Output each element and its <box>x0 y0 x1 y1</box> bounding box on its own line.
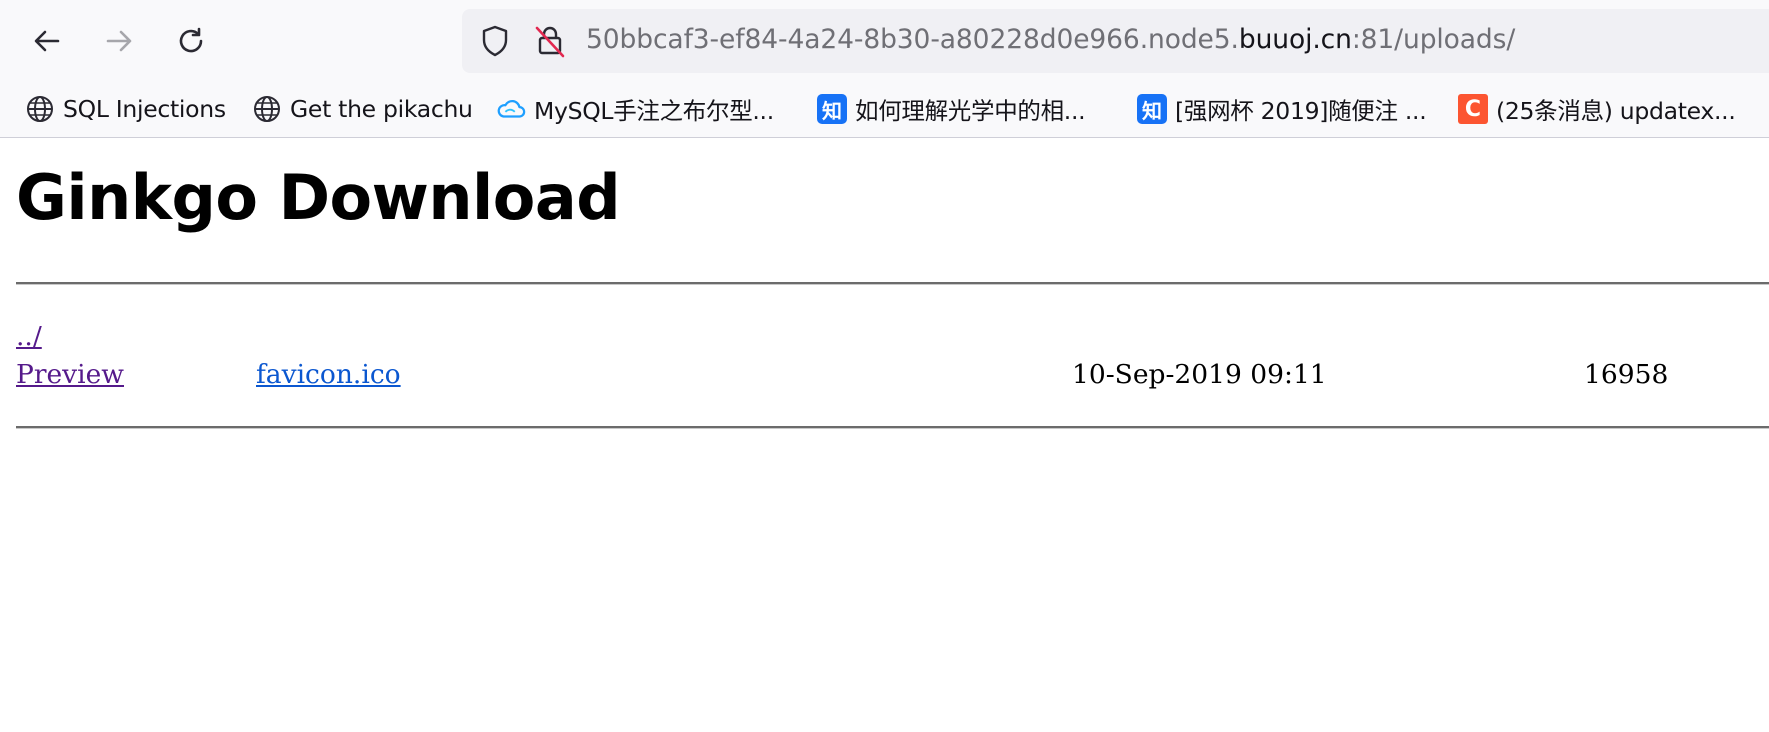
insecure-lock-icon[interactable] <box>532 23 568 59</box>
bookmark-updatexml[interactable]: C (25条消息) updatex... <box>1458 93 1736 125</box>
zhihu-icon: 知 <box>1137 94 1167 124</box>
horizontal-rule <box>16 426 1769 429</box>
bookmark-sql-injections[interactable]: SQL Injections <box>25 93 226 125</box>
reload-icon <box>179 27 203 53</box>
preview-link[interactable]: Preview <box>16 359 124 390</box>
zhihu-icon: 知 <box>817 94 847 124</box>
bookmark-optics-phase[interactable]: 知 如何理解光学中的相... <box>817 93 1086 125</box>
arrow-left-icon <box>34 30 60 52</box>
browser-toolbar: 50bbcaf3-ef84-4a24-8b30-a80228d0e966.nod… <box>0 0 1769 80</box>
bookmark-mysql-boolean[interactable]: MySQL手注之布尔型... <box>496 93 774 125</box>
bookmarks-bar: SQL Injections Get the pikachu MySQL手注之布… <box>0 80 1769 138</box>
arrow-right-icon <box>106 30 132 52</box>
parent-directory-link[interactable]: ../ <box>16 321 42 352</box>
url-prefix: 50bbcaf3-ef84-4a24-8b30-a80228d0e966.nod… <box>586 24 1239 55</box>
url-bar[interactable]: 50bbcaf3-ef84-4a24-8b30-a80228d0e966.nod… <box>462 9 1769 73</box>
file-link[interactable]: favicon.ico <box>256 359 401 390</box>
bookmark-label: Get the pikachu <box>290 95 473 123</box>
reload-button[interactable] <box>168 18 214 64</box>
url-text[interactable]: 50bbcaf3-ef84-4a24-8b30-a80228d0e966.nod… <box>586 23 1515 57</box>
shield-icon[interactable] <box>477 23 513 59</box>
bookmark-pikachu[interactable]: Get the pikachu <box>252 93 473 125</box>
globe-icon <box>25 94 55 124</box>
page-title: Ginkgo Download <box>16 161 621 234</box>
bookmark-label: SQL Injections <box>63 95 226 123</box>
bookmark-label: 如何理解光学中的相... <box>855 97 1086 125</box>
bookmark-qwb-2019[interactable]: 知 [强网杯 2019]随便注 ... <box>1137 93 1427 125</box>
horizontal-rule <box>16 282 1769 285</box>
forward-button[interactable] <box>96 18 142 64</box>
bookmark-label: MySQL手注之布尔型... <box>534 97 774 125</box>
url-suffix: :81/uploads/ <box>1351 24 1516 55</box>
bookmark-label: [强网杯 2019]随便注 ... <box>1175 97 1427 125</box>
cloud-icon <box>496 94 526 124</box>
url-host: buuoj.cn <box>1238 24 1352 55</box>
csdn-icon: C <box>1458 94 1488 124</box>
file-size: 16958 <box>1584 359 1669 390</box>
globe-icon <box>252 94 282 124</box>
back-button[interactable] <box>24 18 70 64</box>
bookmark-label: (25条消息) updatex... <box>1496 97 1736 125</box>
file-modified-date: 10-Sep-2019 09:11 <box>1072 359 1327 390</box>
